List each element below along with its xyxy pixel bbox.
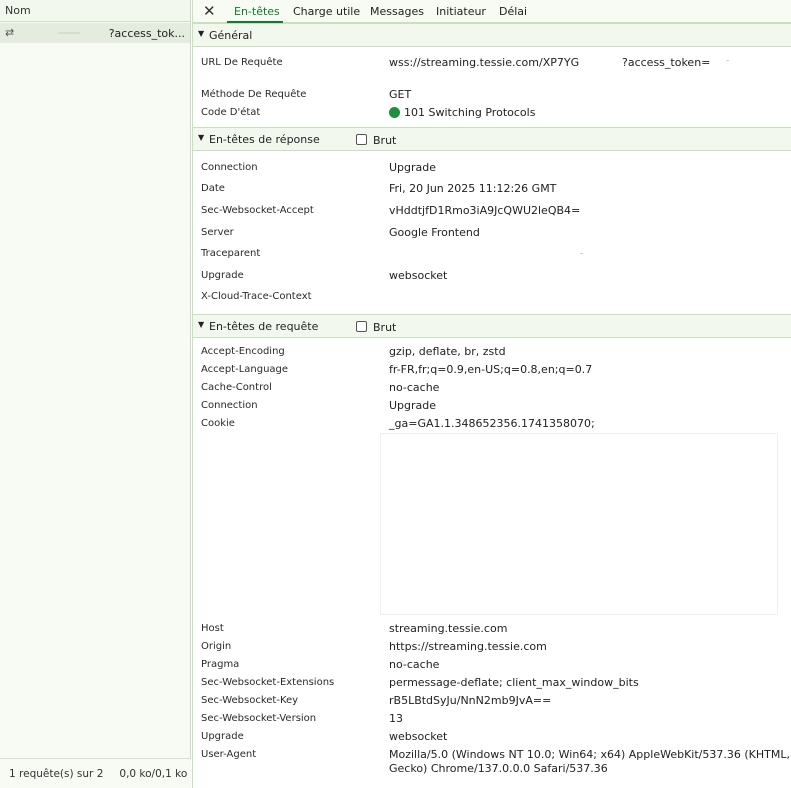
raw-checkbox[interactable] — [356, 134, 367, 145]
key-date: Date — [201, 183, 225, 194]
raw-checkbox[interactable] — [356, 321, 367, 332]
request-list-pane: Nom ⇄ ?access_tok... 1 requête(s) sur 2 … — [0, 0, 191, 788]
value-cache-control: no-cache — [389, 381, 440, 394]
key-accept-language: Accept-Language — [201, 364, 289, 375]
value-connection: Upgrade — [389, 161, 437, 174]
key-sec-websocket-accept: Sec-Websocket-Accept — [201, 205, 314, 216]
close-icon[interactable]: ✕ — [203, 2, 216, 20]
key-x-cloud-trace-context: X-Cloud-Trace-Context — [201, 291, 312, 302]
status-ok-icon — [389, 107, 400, 118]
section-general[interactable]: ▼ Général — [193, 23, 791, 47]
value-sec-websocket-accept: vHddtjfD1Rmo3iA9JcQWU2leQB4= — [389, 204, 581, 217]
value-user-agent-line2: Gecko) Chrome/137.0.0.0 Safari/537.36 — [389, 762, 608, 775]
key-traceparent: Traceparent — [201, 248, 261, 259]
redacted-mark — [580, 253, 583, 254]
section-title: En-têtes de requête — [209, 320, 319, 333]
key-origin: Origin — [201, 641, 232, 652]
websocket-icon: ⇄ — [5, 26, 15, 39]
value-date: Fri, 20 Jun 2025 11:12:26 GMT — [389, 182, 557, 195]
key-upgrade: Upgrade — [201, 731, 244, 742]
key-cache-control: Cache-Control — [201, 382, 272, 393]
value-accept-encoding: gzip, deflate, br, zstd — [389, 345, 506, 358]
section-request-headers[interactable]: ▼ En-têtes de requête Brut — [193, 314, 791, 338]
redacted-mark — [726, 60, 729, 61]
value-cookie: _ga=GA1.1.348652356.1741358070; — [389, 417, 595, 430]
section-title: Général — [209, 29, 253, 42]
value-access-token-param: ?access_token= — [622, 56, 711, 69]
key-sec-websocket-version: Sec-Websocket-Version — [201, 713, 317, 724]
caret-down-icon: ▼ — [198, 320, 205, 329]
transfer-size: 0,0 ko/0,1 ko tran — [119, 767, 191, 780]
value-pragma: no-cache — [389, 658, 440, 671]
raw-checkbox-label[interactable]: Brut — [373, 134, 396, 147]
value-accept-language: fr-FR,fr;q=0.9,en-US;q=0.8,en;q=0.7 — [389, 363, 593, 376]
tab-payload[interactable]: Charge utile — [293, 5, 360, 18]
tab-initiator[interactable]: Initiateur — [436, 5, 486, 18]
details-tabbar: ✕ En-têtes Charge utile Messages Initiat… — [193, 0, 791, 23]
key-upgrade: Upgrade — [201, 270, 244, 281]
redacted-cookie-block — [381, 434, 777, 614]
key-cookie: Cookie — [201, 418, 235, 429]
value-status-code: 101 Switching Protocols — [389, 106, 535, 119]
key-status-code: Code D'état — [201, 107, 261, 118]
key-connection: Connection — [201, 400, 258, 411]
key-accept-encoding: Accept-Encoding — [201, 346, 285, 357]
key-pragma: Pragma — [201, 659, 240, 670]
key-request-url: URL De Requête — [201, 57, 283, 68]
request-name: ?access_tok... — [108, 27, 185, 40]
key-request-method: Méthode De Requête — [201, 89, 307, 100]
status-bar: 1 requête(s) sur 2 0,0 ko/0,1 ko tran — [0, 758, 191, 788]
request-count: 1 requête(s) sur 2 — [9, 767, 104, 780]
value-sec-websocket-key: rB5LBtdSyJu/NnN2mb9JvA== — [389, 694, 552, 707]
tab-timing[interactable]: Délai — [499, 5, 527, 18]
value-request-url: wss://streaming.tessie.com/XP7YG — [389, 56, 580, 69]
value-sec-websocket-version: 13 — [389, 712, 403, 725]
key-connection: Connection — [201, 162, 258, 173]
key-sec-websocket-extensions: Sec-Websocket-Extensions — [201, 677, 335, 688]
tab-messages[interactable]: Messages — [370, 5, 424, 18]
tab-headers[interactable]: En-têtes — [234, 5, 280, 18]
value-host: streaming.tessie.com — [389, 622, 508, 635]
details-pane: ✕ En-têtes Charge utile Messages Initiat… — [192, 0, 791, 788]
key-server: Server — [201, 227, 234, 238]
section-title: En-têtes de réponse — [209, 133, 320, 146]
status-text: 101 Switching Protocols — [404, 106, 536, 119]
value-connection: Upgrade — [389, 399, 437, 412]
value-user-agent-line1: Mozilla/5.0 (Windows NT 10.0; Win64; x64… — [389, 748, 791, 761]
value-sec-websocket-extensions: permessage-deflate; client_max_window_bi… — [389, 676, 639, 689]
key-host: Host — [201, 623, 224, 634]
column-header-name[interactable]: Nom — [0, 0, 190, 22]
value-origin: https://streaming.tessie.com — [389, 640, 547, 653]
value-server: Google Frontend — [389, 226, 480, 239]
request-row[interactable]: ⇄ ?access_tok... — [0, 23, 190, 43]
section-response-headers[interactable]: ▼ En-têtes de réponse Brut — [193, 127, 791, 151]
value-upgrade: websocket — [389, 269, 448, 282]
redacted-text — [58, 32, 80, 34]
key-sec-websocket-key: Sec-Websocket-Key — [201, 695, 299, 706]
key-user-agent: User-Agent — [201, 749, 257, 760]
value-upgrade: websocket — [389, 730, 448, 743]
caret-down-icon: ▼ — [198, 133, 205, 142]
raw-checkbox-label[interactable]: Brut — [373, 321, 396, 334]
caret-down-icon: ▼ — [198, 29, 205, 38]
value-request-method: GET — [389, 88, 412, 101]
